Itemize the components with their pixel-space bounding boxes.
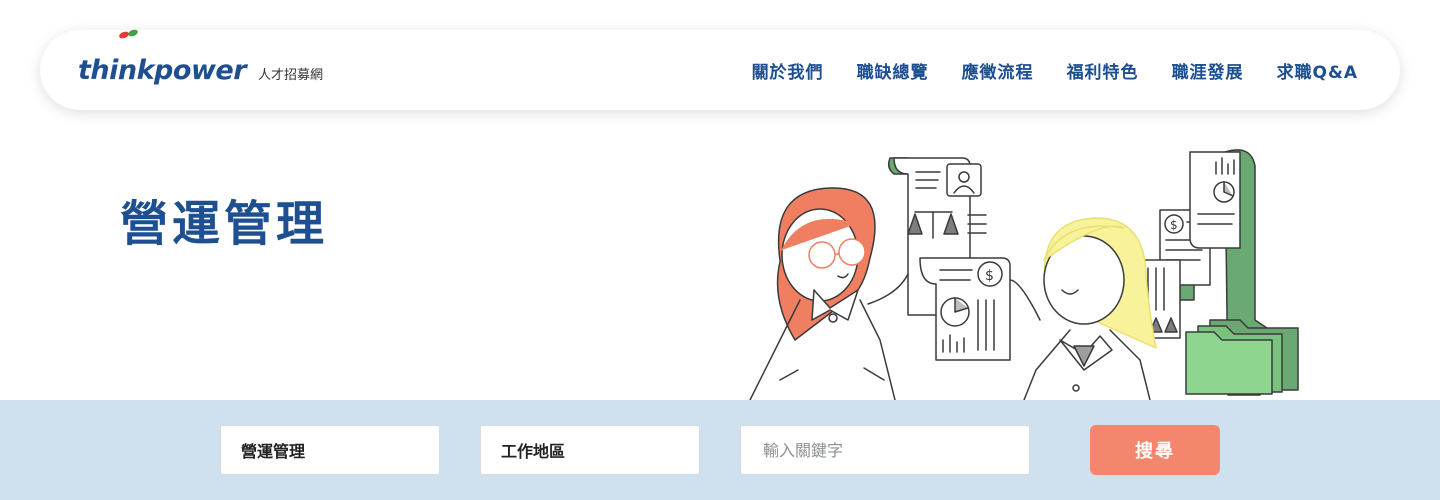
logo-subtitle: 人才招募網 [258,67,324,83]
search-bar: 營運管理 工作地區 搜尋 [0,400,1440,500]
keyword-field [740,425,1030,475]
hero-illustration: $ $ [749,149,1299,400]
logo-dots-icon [119,29,138,39]
job-category-select[interactable]: 營運管理 [220,425,440,475]
page-title: 營運管理 [120,196,329,252]
location-value: 工作地區 [501,442,566,461]
search-button[interactable]: 搜尋 [1090,425,1220,475]
nav-career[interactable]: 職涯發展 [1172,58,1244,83]
main-nav: 關於我們 職缺總覽 應徵流程 福利特色 職涯發展 求職Q&A [752,30,1358,110]
brand-logo[interactable]: thinkpower 人才招募網 [78,29,324,110]
keyword-input[interactable] [761,439,1029,461]
nav-faq[interactable]: 求職Q&A [1277,58,1358,83]
nav-process[interactable]: 應徵流程 [962,58,1034,83]
job-category-value: 營運管理 [241,442,306,461]
nav-about[interactable]: 關於我們 [752,58,824,83]
top-navbar: thinkpower 人才招募網 關於我們 職缺總覽 應徵流程 福利特色 職涯發… [40,29,1400,110]
location-select[interactable]: 工作地區 [480,425,700,475]
logo-wordmark: thinkpower [78,54,247,86]
nav-jobs[interactable]: 職缺總覽 [857,58,929,83]
svg-text:$: $ [985,268,994,284]
nav-benefits[interactable]: 福利特色 [1067,58,1139,83]
svg-text:$: $ [1170,218,1178,232]
